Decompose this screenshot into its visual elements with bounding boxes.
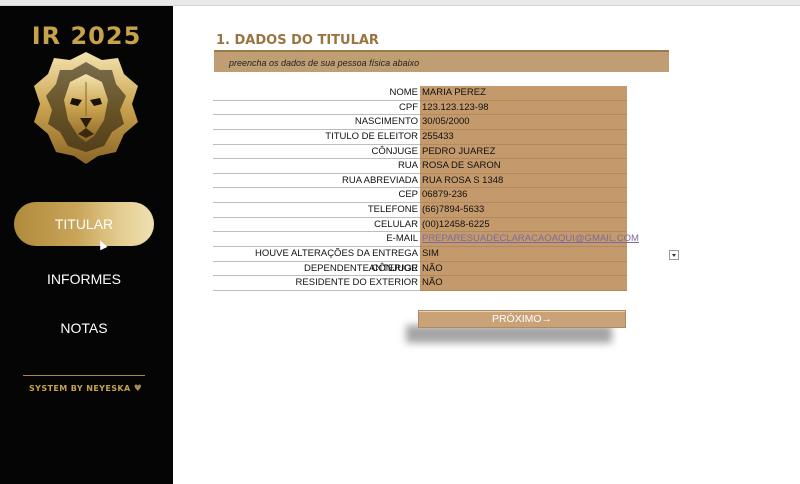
field-titulo-eleitor[interactable]: 255433 (420, 129, 627, 145)
field-label: TITULO DE ELEITOR (213, 130, 420, 145)
field-alteracoes-select[interactable]: SIM (420, 247, 627, 262)
credit-label: SYSTEM BY NEYESKA (29, 384, 131, 393)
form-row-cep: CEP 06879-236 (213, 188, 627, 204)
sidebar-divider (23, 375, 145, 376)
field-dependente-conjuge[interactable]: NÃO (420, 261, 627, 277)
field-rua-abreviada[interactable]: RUA ROSA S 1348 (420, 173, 627, 189)
section-subtitle: preencha os dados de sua pessoa física a… (229, 58, 420, 68)
field-conjuge[interactable]: PEDRO JUAREZ (420, 144, 627, 160)
field-label: CÔNJUGE (213, 145, 420, 160)
main-panel: 1. DADOS DO TITULAR preencha os dados de… (173, 6, 800, 484)
form-row-rua: RUA ROSA DE SARON (213, 159, 627, 174)
titular-form: NOME MARIA PEREZ CPF 123.123.123-98 NASC… (213, 86, 679, 291)
field-label: E-MAIL (213, 232, 420, 248)
form-row-telefone: TELEFONE (66)7894-5633 (213, 203, 627, 218)
form-row-rua-abreviada: RUA ABREVIADA RUA ROSA S 1348 (213, 173, 627, 189)
form-row-residente-exterior: RESIDENTE DO EXTERIOR NÃO (213, 276, 627, 291)
field-cpf[interactable]: 123.123.123-98 (420, 100, 627, 116)
nav-titular-label: TITULAR (54, 216, 114, 232)
next-button[interactable]: PRÓXIMO→ (418, 310, 626, 328)
credit-text: SYSTEM BY NEYESKA ♥ (29, 384, 142, 394)
field-label: RUA ABREVIADA (213, 174, 420, 189)
form-row-conjuge: CÔNJUGE PEDRO JUAREZ (213, 144, 627, 160)
nav-titular-button[interactable]: TITULAR (14, 202, 154, 246)
form-row-nome: NOME MARIA PEREZ (213, 86, 627, 101)
field-label: CELULAR (213, 218, 420, 233)
field-label: NASCIMENTO (213, 115, 420, 130)
brand-title: IR 2025 (31, 22, 142, 50)
form-row-titulo-eleitor: TITULO DE ELEITOR 255433 (213, 129, 627, 145)
field-label: CPF (213, 101, 420, 116)
field-label: HOUVE ALTERAÇÕES DA ENTREGA ANTERIOR (213, 247, 420, 274)
nav-informes-label: INFORMES (47, 271, 121, 287)
form-row-alteracoes: HOUVE ALTERAÇÕES DA ENTREGA ANTERIOR SIM (213, 247, 679, 274)
lion-head-icon (34, 52, 138, 164)
field-nome[interactable]: MARIA PEREZ (420, 86, 627, 101)
field-label: RUA (213, 159, 420, 174)
field-label: DEPENDENTE CÔNJUGE (213, 262, 420, 277)
nav-notas-label: NOTAS (60, 320, 108, 336)
field-label: CEP (213, 188, 420, 204)
heart-icon: ♥ (133, 384, 143, 394)
form-row-nascimento: NASCIMENTO 30/05/2000 (213, 115, 627, 130)
section-title: 1. DADOS DO TITULAR (216, 33, 379, 48)
next-button-wrap: PRÓXIMO→ (406, 310, 626, 343)
field-residente-exterior[interactable]: NÃO (420, 276, 627, 291)
form-row-celular: CELULAR (00)12458-6225 (213, 217, 627, 233)
field-label: RESIDENTE DO EXTERIOR (213, 276, 420, 291)
form-row-dependente-conjuge: DEPENDENTE CÔNJUGE NÃO (213, 261, 627, 277)
form-row-cpf: CPF 123.123.123-98 (213, 100, 627, 116)
dropdown-arrow-icon[interactable] (669, 250, 679, 261)
sidebar: IR 2025 TITULAR INFORMES NOTAS SYSTEM BY… (0, 6, 173, 484)
field-email-link[interactable]: PREPARESUADECLARACAOAQUI@GMAIL.COM (420, 232, 639, 248)
form-row-email: E-MAIL PREPARESUADECLARACAOAQUI@GMAIL.CO… (213, 232, 639, 248)
nav-informes-button[interactable]: INFORMES (14, 257, 154, 301)
field-label: TELEFONE (213, 203, 420, 218)
field-telefone[interactable]: (66)7894-5633 (420, 203, 627, 218)
field-cep[interactable]: 06879-236 (420, 188, 627, 204)
field-label: NOME (213, 86, 420, 101)
nav-notas-button[interactable]: NOTAS (14, 306, 154, 350)
field-celular[interactable]: (00)12458-6225 (420, 217, 627, 233)
field-rua[interactable]: ROSA DE SARON (420, 159, 627, 174)
field-nascimento[interactable]: 30/05/2000 (420, 115, 627, 130)
